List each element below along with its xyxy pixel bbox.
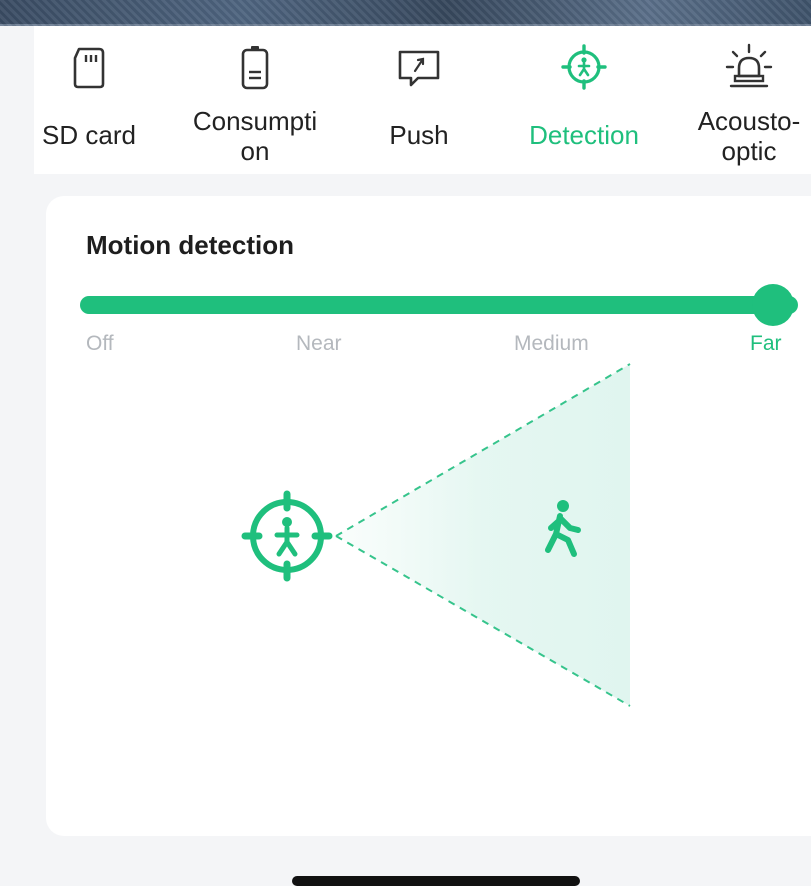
detection-target-icon [241, 490, 333, 582]
alarm-light-icon [725, 43, 773, 88]
tool-label-detection: Detection [529, 120, 639, 150]
tool-label-acousto-optic: Acousto- optic [697, 106, 801, 166]
tool-sd-card[interactable]: SD card [24, 26, 154, 174]
tool-label-push: Push [389, 120, 449, 150]
sensitivity-slider-thumb[interactable] [752, 284, 794, 326]
level-off[interactable]: Off [86, 332, 114, 356]
sensitivity-slider-track[interactable] [80, 296, 798, 314]
card-title: Motion detection [86, 230, 294, 260]
detection-target-icon [561, 44, 607, 90]
tool-acousto-optic[interactable]: Acousto- optic [684, 26, 811, 174]
tool-label-sd-card: SD card [42, 120, 136, 150]
sd-card-icon [73, 47, 105, 89]
tool-push[interactable]: Push [354, 26, 484, 174]
push-message-icon [398, 50, 440, 87]
feature-toolbar: SD card Consumpti on Push Detection Acou… [34, 26, 811, 174]
tool-consumption[interactable]: Consumpti on [190, 26, 320, 174]
detection-range-diagram [241, 363, 631, 707]
motion-detection-card: Motion detection Off Near Medium Far [46, 196, 811, 836]
tool-label-consumption: Consumpti on [192, 106, 318, 166]
detection-cone [335, 363, 631, 707]
level-near[interactable]: Near [296, 332, 342, 356]
home-indicator[interactable] [292, 876, 580, 886]
level-far[interactable]: Far [750, 332, 782, 356]
tool-detection[interactable]: Detection [519, 26, 649, 174]
live-video-preview[interactable] [0, 0, 811, 26]
battery-icon [241, 46, 269, 90]
level-medium[interactable]: Medium [514, 332, 589, 356]
